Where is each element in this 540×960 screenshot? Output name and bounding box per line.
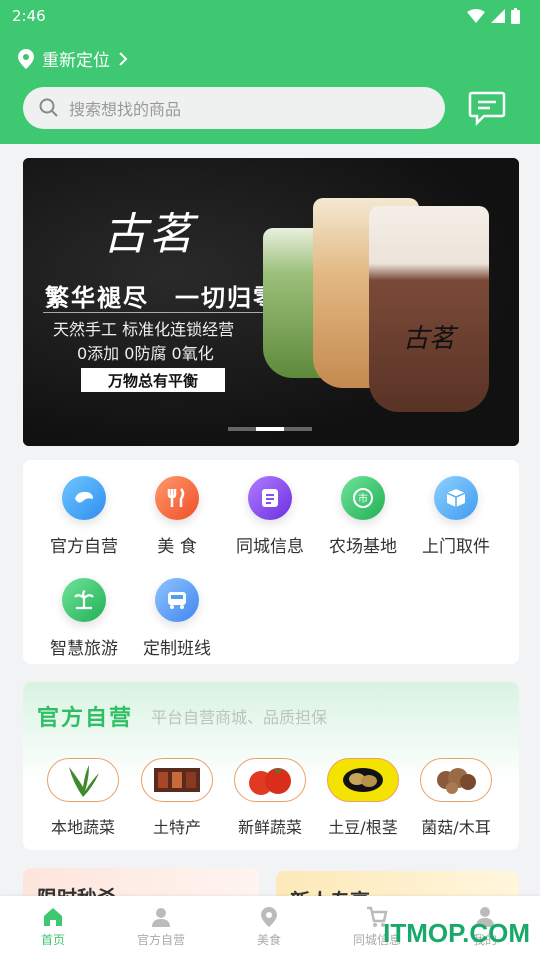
pagination-dot <box>228 427 256 431</box>
banner-divider <box>43 312 263 313</box>
message-icon <box>468 91 506 126</box>
fork-knife-icon <box>155 476 199 520</box>
section-subtitle: 平台自营商城、品质担保 <box>151 708 328 727</box>
message-button[interactable] <box>467 88 507 128</box>
category-farm[interactable]: 市 农场基地 <box>316 476 410 557</box>
shrimp-icon <box>62 476 106 520</box>
battery-icon <box>511 8 520 24</box>
pagination-dot <box>284 427 312 431</box>
category-label: 农场基地 <box>329 537 397 557</box>
banner-slogan: 繁华褪尽 一切归零 <box>45 284 279 312</box>
product-local-vegetables[interactable]: 本地蔬菜 <box>36 758 130 838</box>
category-label: 定制班线 <box>143 639 211 659</box>
product-label: 菌菇/木耳 <box>421 818 491 837</box>
mushroom-image <box>420 758 492 802</box>
palm-tree-icon <box>62 578 106 622</box>
potato-image <box>327 758 399 802</box>
product-label: 本地蔬菜 <box>50 818 115 837</box>
tab-official-store[interactable]: 官方自营 <box>121 906 201 948</box>
search-input[interactable]: 搜索想找的商品 <box>23 87 445 129</box>
wifi-icon <box>467 9 485 23</box>
category-pickup[interactable]: 上门取件 <box>409 476 503 557</box>
vegetable-image <box>47 758 119 802</box>
document-icon <box>248 476 292 520</box>
tab-label: 美食 <box>256 933 281 947</box>
relocate-label: 重新定位 <box>42 51 110 71</box>
pagination-dot-active <box>256 427 284 431</box>
promo-banner[interactable]: 古茗 繁华褪尽 一切归零 天然手工 标准化连锁经营 0添加 0防腐 0氧化 万物… <box>23 158 519 446</box>
banner-line1: 天然手工 标准化连锁经营 <box>53 320 235 339</box>
product-potato-roots[interactable]: 土豆/根茎 <box>316 758 410 838</box>
tab-label: 官方自营 <box>136 933 185 947</box>
tab-label: 首页 <box>40 933 65 947</box>
category-official-store[interactable]: 官方自营 <box>37 476 131 557</box>
category-label: 美 食 <box>157 537 197 557</box>
category-label: 同城信息 <box>236 537 304 557</box>
site-watermark: ITMOP.COM <box>383 918 530 948</box>
package-icon <box>434 476 478 520</box>
status-time: 2:46 <box>12 7 46 25</box>
category-grid: 官方自营 美 食 同城信息 市 农场基地 上门取件 智慧旅游 定制班线 <box>23 460 519 664</box>
home-icon <box>44 908 62 926</box>
relocate-button[interactable]: 重新定位 <box>18 46 128 71</box>
search-placeholder: 搜索想找的商品 <box>69 100 182 119</box>
specialty-image <box>141 758 213 802</box>
location-icon <box>261 907 277 927</box>
cocoa-cup-image <box>369 206 489 412</box>
product-label: 土豆/根茎 <box>328 818 398 837</box>
product-label: 土特产 <box>152 818 201 837</box>
product-label: 新鲜蔬菜 <box>237 818 302 837</box>
category-label: 官方自营 <box>50 537 118 557</box>
category-label: 智慧旅游 <box>50 639 118 659</box>
banner-tag: 万物总有平衡 <box>81 368 225 392</box>
category-local-info[interactable]: 同城信息 <box>223 476 317 557</box>
category-label: 上门取件 <box>422 537 490 557</box>
status-icons <box>467 8 520 24</box>
bus-icon <box>155 578 199 622</box>
category-tourism[interactable]: 智慧旅游 <box>37 578 131 659</box>
user-pin-icon <box>152 908 170 927</box>
banner-pagination <box>228 427 312 431</box>
svg-text:市: 市 <box>358 492 368 505</box>
location-pin-icon <box>18 48 34 69</box>
product-local-specialty[interactable]: 土特产 <box>130 758 224 838</box>
search-icon <box>39 98 58 117</box>
banner-brand-logo: 古茗 <box>103 209 195 260</box>
category-custom-shuttle[interactable]: 定制班线 <box>130 578 224 659</box>
category-food[interactable]: 美 食 <box>130 476 224 557</box>
cup-logo-text: 古茗 <box>403 324 456 354</box>
product-mushrooms[interactable]: 菌菇/木耳 <box>409 758 503 838</box>
chevron-right-icon <box>119 51 128 66</box>
self-operated-section: 官方自营 平台自营商城、品质担保 本地蔬菜 土特产 新鲜蔬菜 土豆/根茎 菌菇/… <box>23 682 519 850</box>
banner-line2: 0添加 0防腐 0氧化 <box>77 344 214 363</box>
status-bar: 2:46 <box>0 0 540 32</box>
product-fresh-vegetables[interactable]: 新鲜蔬菜 <box>223 758 317 838</box>
header: 2:46 重新定位 搜索想找的商品 <box>0 0 540 144</box>
signal-icon <box>491 9 505 23</box>
section-title[interactable]: 官方自营 <box>37 700 133 732</box>
tab-food[interactable]: 美食 <box>229 906 309 948</box>
tab-home[interactable]: 首页 <box>13 906 93 948</box>
tomato-image <box>234 758 306 802</box>
market-icon: 市 <box>341 476 385 520</box>
